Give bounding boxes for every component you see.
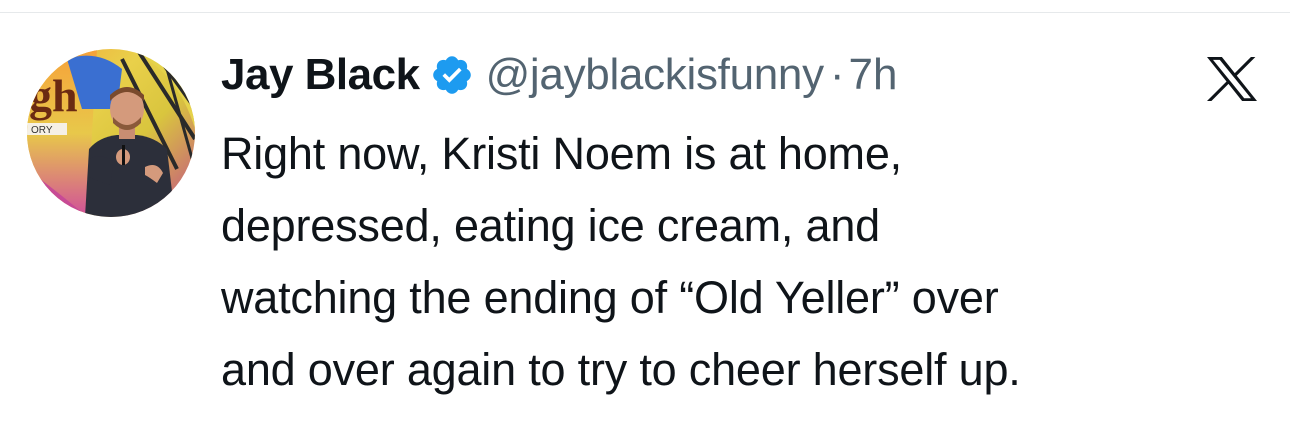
avatar[interactable]: gh ORY: [27, 49, 195, 217]
svg-text:gh: gh: [29, 70, 78, 121]
display-name[interactable]: Jay Black: [221, 50, 420, 100]
timestamp[interactable]: 7h: [848, 50, 897, 100]
avatar-image: gh ORY: [27, 49, 195, 217]
svg-text:ORY: ORY: [31, 125, 53, 136]
tweet-text-line: depressed, eating ice cream, and: [221, 200, 880, 251]
user-handle[interactable]: @jayblackisfunny: [486, 50, 825, 100]
top-divider: [0, 12, 1290, 13]
dot-separator: ·: [829, 50, 845, 99]
tweet-text-line: and over again to try to cheer herself u…: [221, 344, 1021, 395]
tweet-text-line: watching the ending of “Old Yeller” over: [221, 272, 999, 323]
verified-badge-icon: [430, 53, 474, 97]
tweet-text: Right now, Kristi Noem is at home, depre…: [221, 118, 1281, 406]
x-logo-icon: [1207, 57, 1257, 101]
tweet-header: Jay Black @jayblackisfunny · 7h: [221, 42, 897, 108]
tweet-text-line: Right now, Kristi Noem is at home,: [221, 128, 902, 179]
